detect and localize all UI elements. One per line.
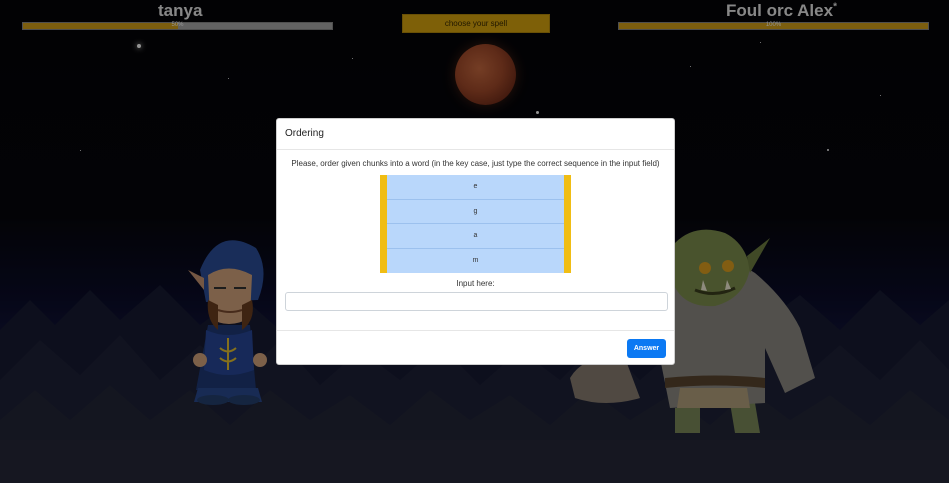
instruction-text: Please, order given chunks into a word (… (291, 159, 660, 168)
modal-footer: Answer (277, 330, 674, 366)
answer-input[interactable] (285, 292, 668, 311)
answer-button[interactable]: Answer (627, 339, 666, 358)
chunk-list: e g a m (380, 175, 571, 273)
chunk-item[interactable]: a (387, 224, 564, 249)
input-label: Input here: (456, 279, 495, 288)
chunk-item[interactable]: e (387, 175, 564, 200)
chunk-item[interactable]: g (387, 199, 564, 224)
ordering-modal: Ordering Please, order given chunks into… (276, 118, 675, 365)
modal-body: Please, order given chunks into a word (… (277, 150, 674, 311)
modal-title: Ordering (285, 128, 324, 139)
chunk-item[interactable]: m (387, 248, 564, 273)
modal-header: Ordering (277, 119, 674, 150)
